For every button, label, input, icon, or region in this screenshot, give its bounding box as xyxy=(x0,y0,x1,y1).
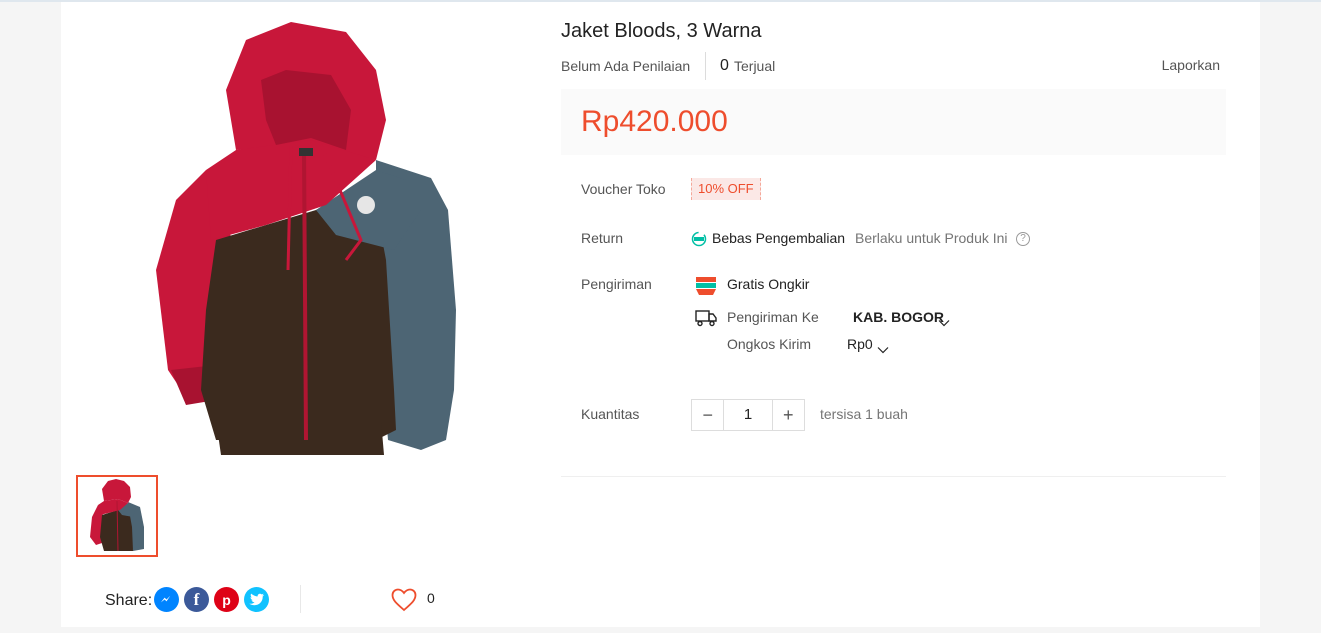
product-card: Share: f p 0 Jaket Bloods, 3 Warna Belum… xyxy=(61,2,1260,627)
help-icon[interactable]: ? xyxy=(1016,232,1030,246)
twitter-icon[interactable] xyxy=(244,587,269,612)
truck-icon xyxy=(695,309,717,327)
shipping-cost[interactable]: Rp0 xyxy=(847,336,873,352)
rating-text[interactable]: Belum Ada Penilaian xyxy=(561,58,690,74)
stats-divider xyxy=(705,52,706,80)
shipping-cost-label: Ongkos Kirim xyxy=(727,336,812,352)
voucher-label: Voucher Toko xyxy=(581,181,666,197)
sold-count: 0 xyxy=(720,57,729,74)
stock-text: tersisa 1 buah xyxy=(820,406,908,422)
jacket-thumbnail-image xyxy=(90,479,144,552)
return-label: Return xyxy=(581,230,624,246)
product-title: Jaket Bloods, 3 Warna xyxy=(561,20,762,42)
free-return-icon xyxy=(691,231,707,247)
product-thumbnail[interactable] xyxy=(76,475,158,557)
product-main-image[interactable] xyxy=(76,10,526,465)
quantity-decrease-button[interactable]: − xyxy=(692,400,723,430)
share-label: Share: xyxy=(105,592,153,609)
voucher-badge[interactable]: 10% OFF xyxy=(691,178,761,200)
share-divider xyxy=(300,585,301,613)
shipping-label: Pengiriman xyxy=(581,276,652,292)
return-subtitle: Berlaku untuk Produk Ini xyxy=(855,230,1008,246)
price-box: Rp420.000 xyxy=(561,89,1226,155)
messenger-icon[interactable] xyxy=(154,587,179,612)
product-price: Rp420.000 xyxy=(581,105,728,138)
free-shipping-text: Gratis Ongkir xyxy=(727,276,810,292)
quantity-increase-button[interactable]: + xyxy=(773,400,804,430)
shipping-to-label: Pengiriman Ke xyxy=(727,309,819,325)
gratis-ongkir-icon xyxy=(695,276,717,296)
like-count: 0 xyxy=(427,590,435,606)
pinterest-icon[interactable]: p xyxy=(214,587,239,612)
jacket-image xyxy=(156,22,456,455)
share-row: Share: f p 0 xyxy=(76,580,526,620)
chevron-down-icon[interactable] xyxy=(938,314,950,327)
facebook-icon[interactable]: f xyxy=(184,587,209,612)
quantity-input[interactable]: 1 xyxy=(723,400,773,430)
sold-label: Terjual xyxy=(734,58,776,74)
shipping-destination[interactable]: KAB. BOGOR xyxy=(853,309,944,325)
return-title: Bebas Pengembalian xyxy=(712,230,846,246)
report-link[interactable]: Laporkan xyxy=(1162,57,1220,73)
chevron-down-icon[interactable] xyxy=(877,341,889,354)
product-stats: Belum Ada Penilaian 0 Terjual Laporkan xyxy=(561,52,1226,80)
heart-icon[interactable] xyxy=(391,588,417,612)
quantity-stepper: − 1 + xyxy=(691,399,805,431)
quantity-label: Kuantitas xyxy=(581,406,640,422)
section-divider xyxy=(561,476,1226,477)
